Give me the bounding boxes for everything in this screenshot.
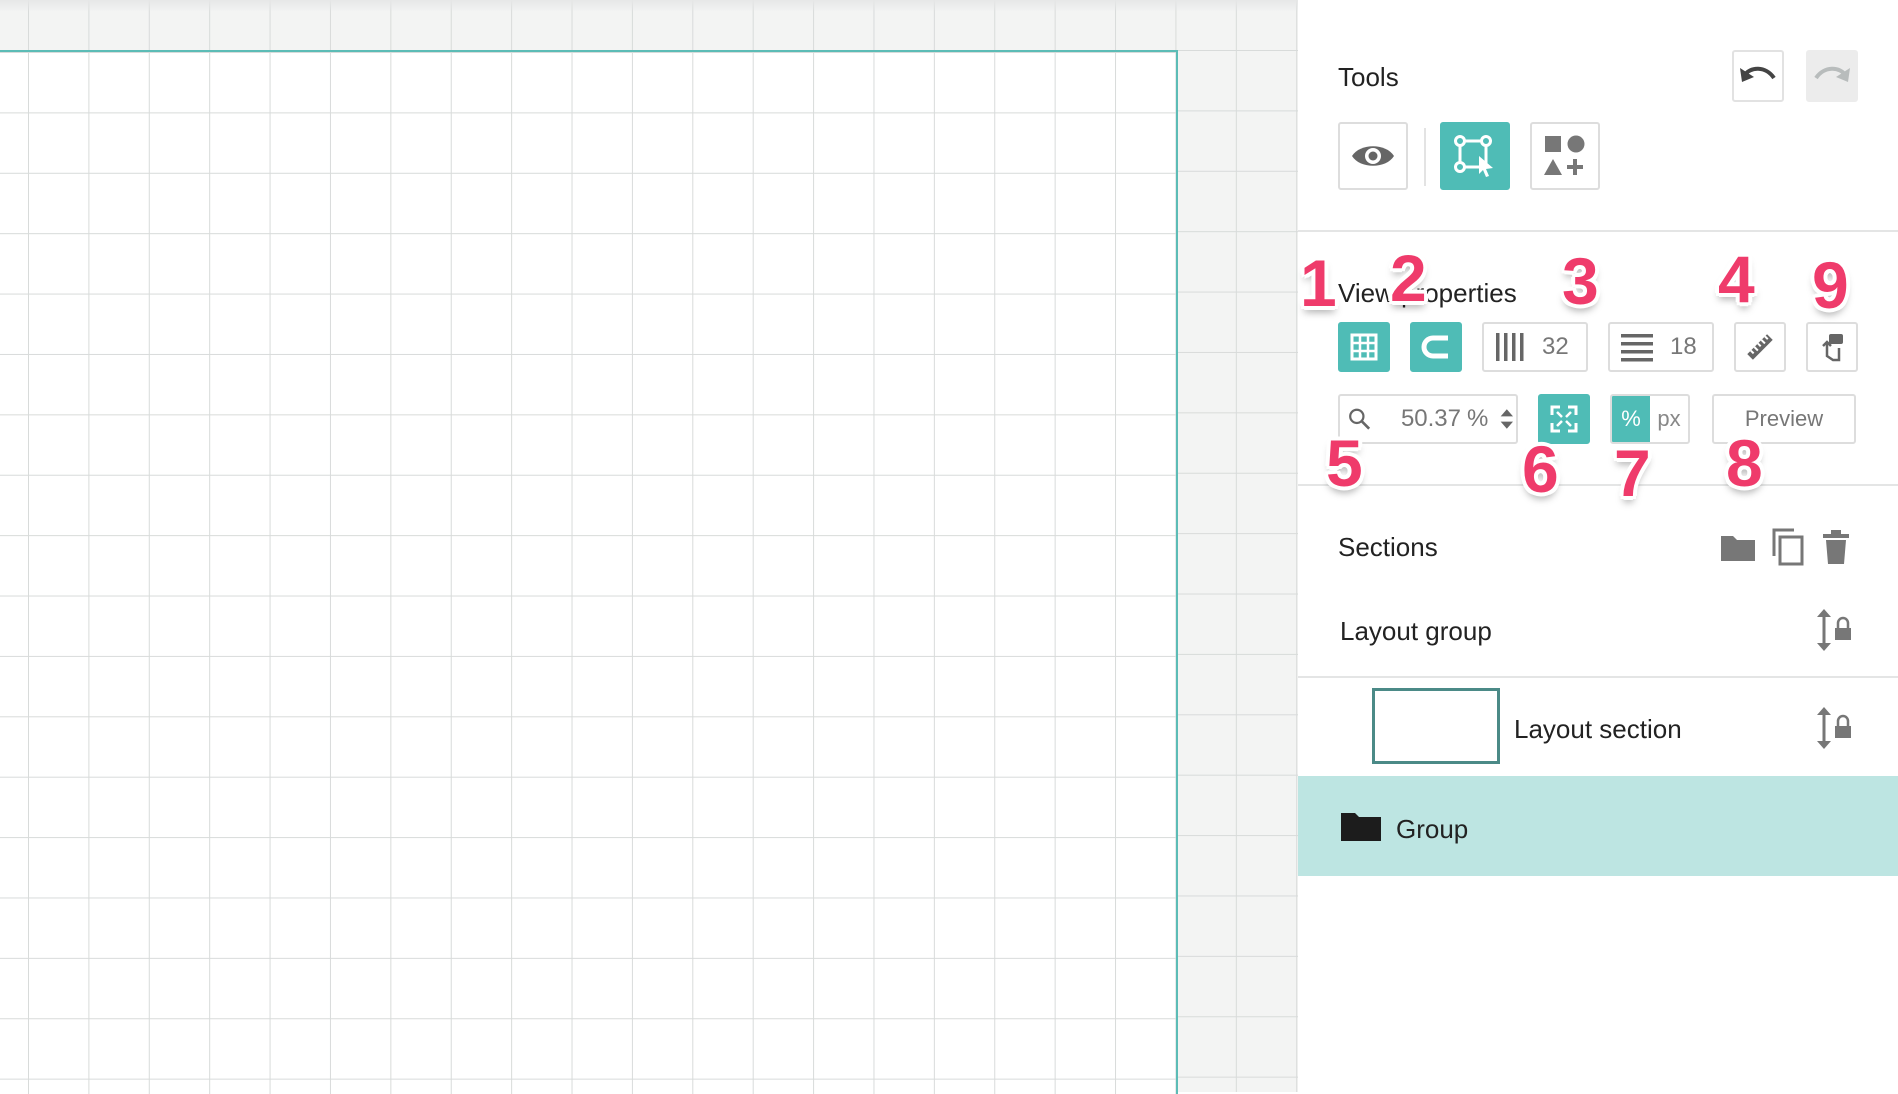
divider-tools — [1298, 230, 1898, 232]
trash-icon[interactable] — [1822, 530, 1850, 564]
zoom-field[interactable]: 50.37 % — [1338, 394, 1518, 444]
height-lock-icon[interactable] — [1814, 608, 1854, 652]
snap-toggle-button[interactable] — [1410, 322, 1462, 372]
annotation-3: 3 — [1562, 244, 1599, 318]
annotation-6: 6 — [1522, 432, 1559, 506]
annotation-7: 7 — [1614, 436, 1651, 510]
add-shapes-icon — [1544, 135, 1585, 175]
group-label: Group — [1396, 814, 1469, 844]
zoom-value: 50.37 — [1400, 405, 1461, 432]
grid-icon — [1350, 333, 1378, 361]
touch-pan-icon — [1822, 334, 1843, 362]
list-item-group[interactable] — [1298, 776, 1898, 876]
tools-title: Tools — [1338, 62, 1399, 92]
folder-icon[interactable] — [1720, 532, 1756, 562]
columns-field[interactable]: 32 — [1482, 322, 1588, 372]
annotation-9: 9 — [1812, 248, 1849, 322]
fit-screen-icon — [1550, 405, 1578, 433]
annotation-2: 2 — [1390, 241, 1427, 315]
guides-toggle-button[interactable] — [1806, 322, 1858, 372]
artboard[interactable] — [0, 50, 1178, 1094]
height-lock-icon[interactable] — [1814, 706, 1854, 750]
rows-value: 18 — [1670, 333, 1697, 360]
columns-icon — [1496, 333, 1524, 361]
sections-title: Sections — [1338, 532, 1438, 562]
grid-toggle-button[interactable] — [1338, 322, 1390, 372]
tools-divider — [1424, 128, 1426, 186]
annotation-1: 1 — [1300, 246, 1337, 320]
layout-section-thumbnail — [1372, 688, 1500, 764]
redo-icon — [1814, 66, 1850, 82]
select-transform-button[interactable] — [1440, 122, 1510, 190]
stepper-arrows-icon[interactable] — [1498, 405, 1516, 433]
select-transform-icon — [1454, 135, 1493, 177]
ruler-icon — [1747, 334, 1773, 360]
preview-mode-button[interactable] — [1338, 122, 1408, 190]
folder-icon — [1341, 813, 1381, 841]
ruler-toggle-button[interactable] — [1734, 322, 1786, 372]
redo-button[interactable] — [1806, 50, 1858, 102]
layout-group-label: Layout group — [1340, 616, 1492, 646]
columns-value: 32 — [1542, 333, 1569, 360]
divider-view — [1298, 484, 1898, 486]
rows-field[interactable]: 18 — [1608, 322, 1714, 372]
magnet-icon — [1421, 335, 1448, 359]
zoom-unit: % — [1467, 405, 1489, 432]
eye-icon — [1352, 146, 1394, 166]
rows-icon — [1621, 334, 1653, 362]
annotation-5: 5 — [1326, 426, 1363, 500]
add-shapes-button[interactable] — [1530, 122, 1600, 190]
layout-section-label: Layout section — [1514, 714, 1682, 744]
undo-button[interactable] — [1732, 50, 1784, 102]
unit-px-option[interactable]: px — [1650, 406, 1688, 432]
undo-icon — [1740, 66, 1776, 82]
annotation-8: 8 — [1726, 426, 1763, 500]
copy-icon[interactable] — [1770, 528, 1806, 566]
view-properties-title: View properties — [1338, 278, 1517, 308]
annotation-4: 4 — [1718, 242, 1755, 316]
